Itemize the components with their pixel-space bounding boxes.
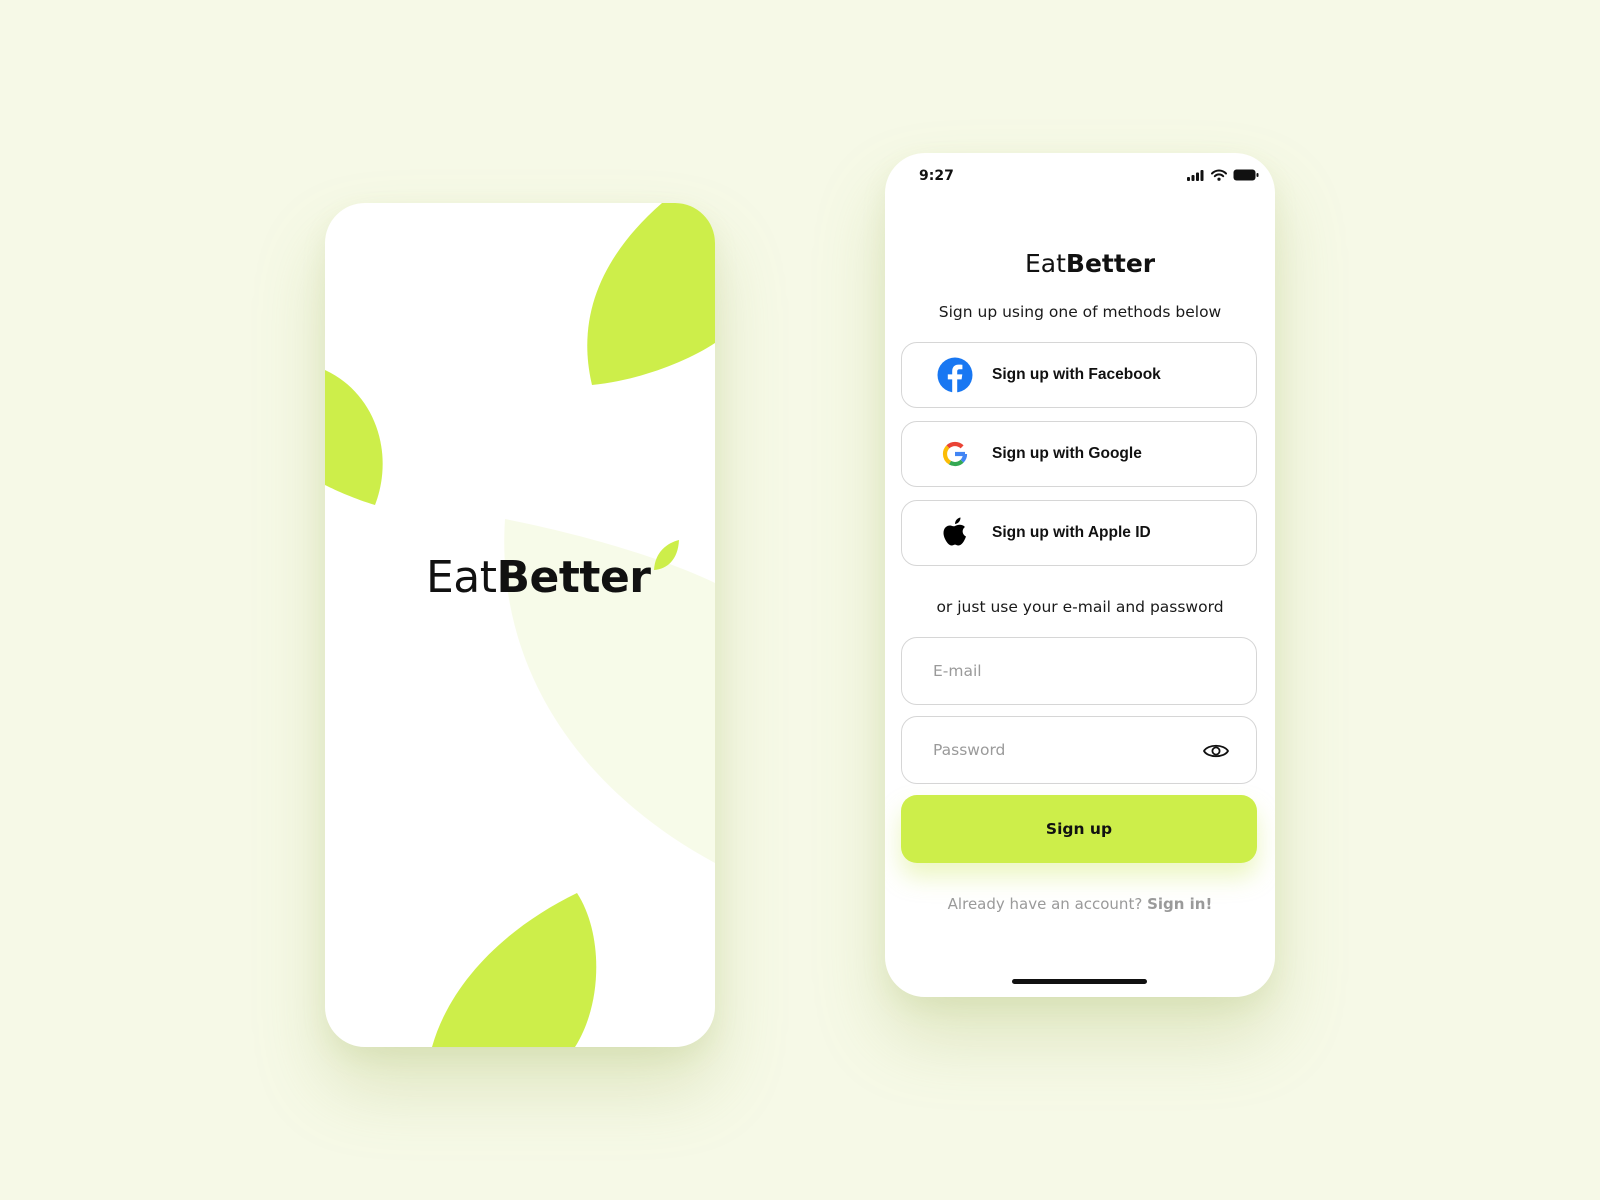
splash-logo: Eat Better	[426, 540, 681, 603]
logo-text-better: Better	[1065, 249, 1156, 278]
leaf-shape-left	[325, 370, 383, 505]
password-field[interactable]	[901, 716, 1257, 784]
app-logo: Eat Better	[1025, 249, 1155, 278]
email-input[interactable]	[931, 661, 1195, 681]
signin-link[interactable]: Sign in!	[1147, 895, 1212, 913]
signal-icon	[1187, 169, 1204, 181]
signup-screen: 9:27 Eat Better Sign up using one of met…	[885, 153, 1275, 997]
email-alternative-text: or just use your e-mail and password	[936, 598, 1224, 616]
leaf-icon	[653, 540, 679, 570]
signin-question: Already have an account?	[947, 895, 1148, 913]
facebook-icon	[936, 356, 974, 394]
splash-screen: Eat Better	[325, 203, 715, 1047]
logo-text-eat: Eat	[426, 552, 497, 603]
google-button-label: Sign up with Google	[992, 445, 1142, 462]
email-field[interactable]	[901, 637, 1257, 705]
home-indicator	[1012, 979, 1147, 984]
facebook-button-label: Sign up with Facebook	[992, 366, 1161, 383]
leaf-decorations	[325, 203, 715, 1047]
apple-button-label: Sign up with Apple ID	[992, 524, 1151, 541]
signup-button[interactable]: Sign up	[901, 795, 1257, 863]
signin-prompt: Already have an account? Sign in!	[885, 895, 1275, 913]
status-bar: 9:27	[885, 153, 1275, 199]
leaf-shape-bottom	[432, 893, 597, 1047]
status-time: 9:27	[919, 168, 954, 184]
logo-text-eat: Eat	[1025, 249, 1066, 278]
signup-google-button[interactable]: Sign up with Google	[901, 421, 1257, 487]
battery-icon	[1233, 169, 1259, 181]
signup-apple-button[interactable]: Sign up with Apple ID	[901, 500, 1257, 566]
eye-icon[interactable]	[1202, 738, 1230, 764]
logo-text-better: Better	[496, 552, 652, 603]
wifi-icon	[1211, 169, 1227, 181]
password-input[interactable]	[931, 740, 1195, 760]
signup-facebook-button[interactable]: Sign up with Facebook	[901, 342, 1257, 408]
status-icons	[1187, 169, 1259, 181]
signup-methods-subtitle: Sign up using one of methods below	[938, 303, 1222, 321]
apple-icon	[936, 514, 974, 552]
google-icon	[936, 435, 974, 473]
leaf-shape-top-right	[587, 203, 715, 385]
